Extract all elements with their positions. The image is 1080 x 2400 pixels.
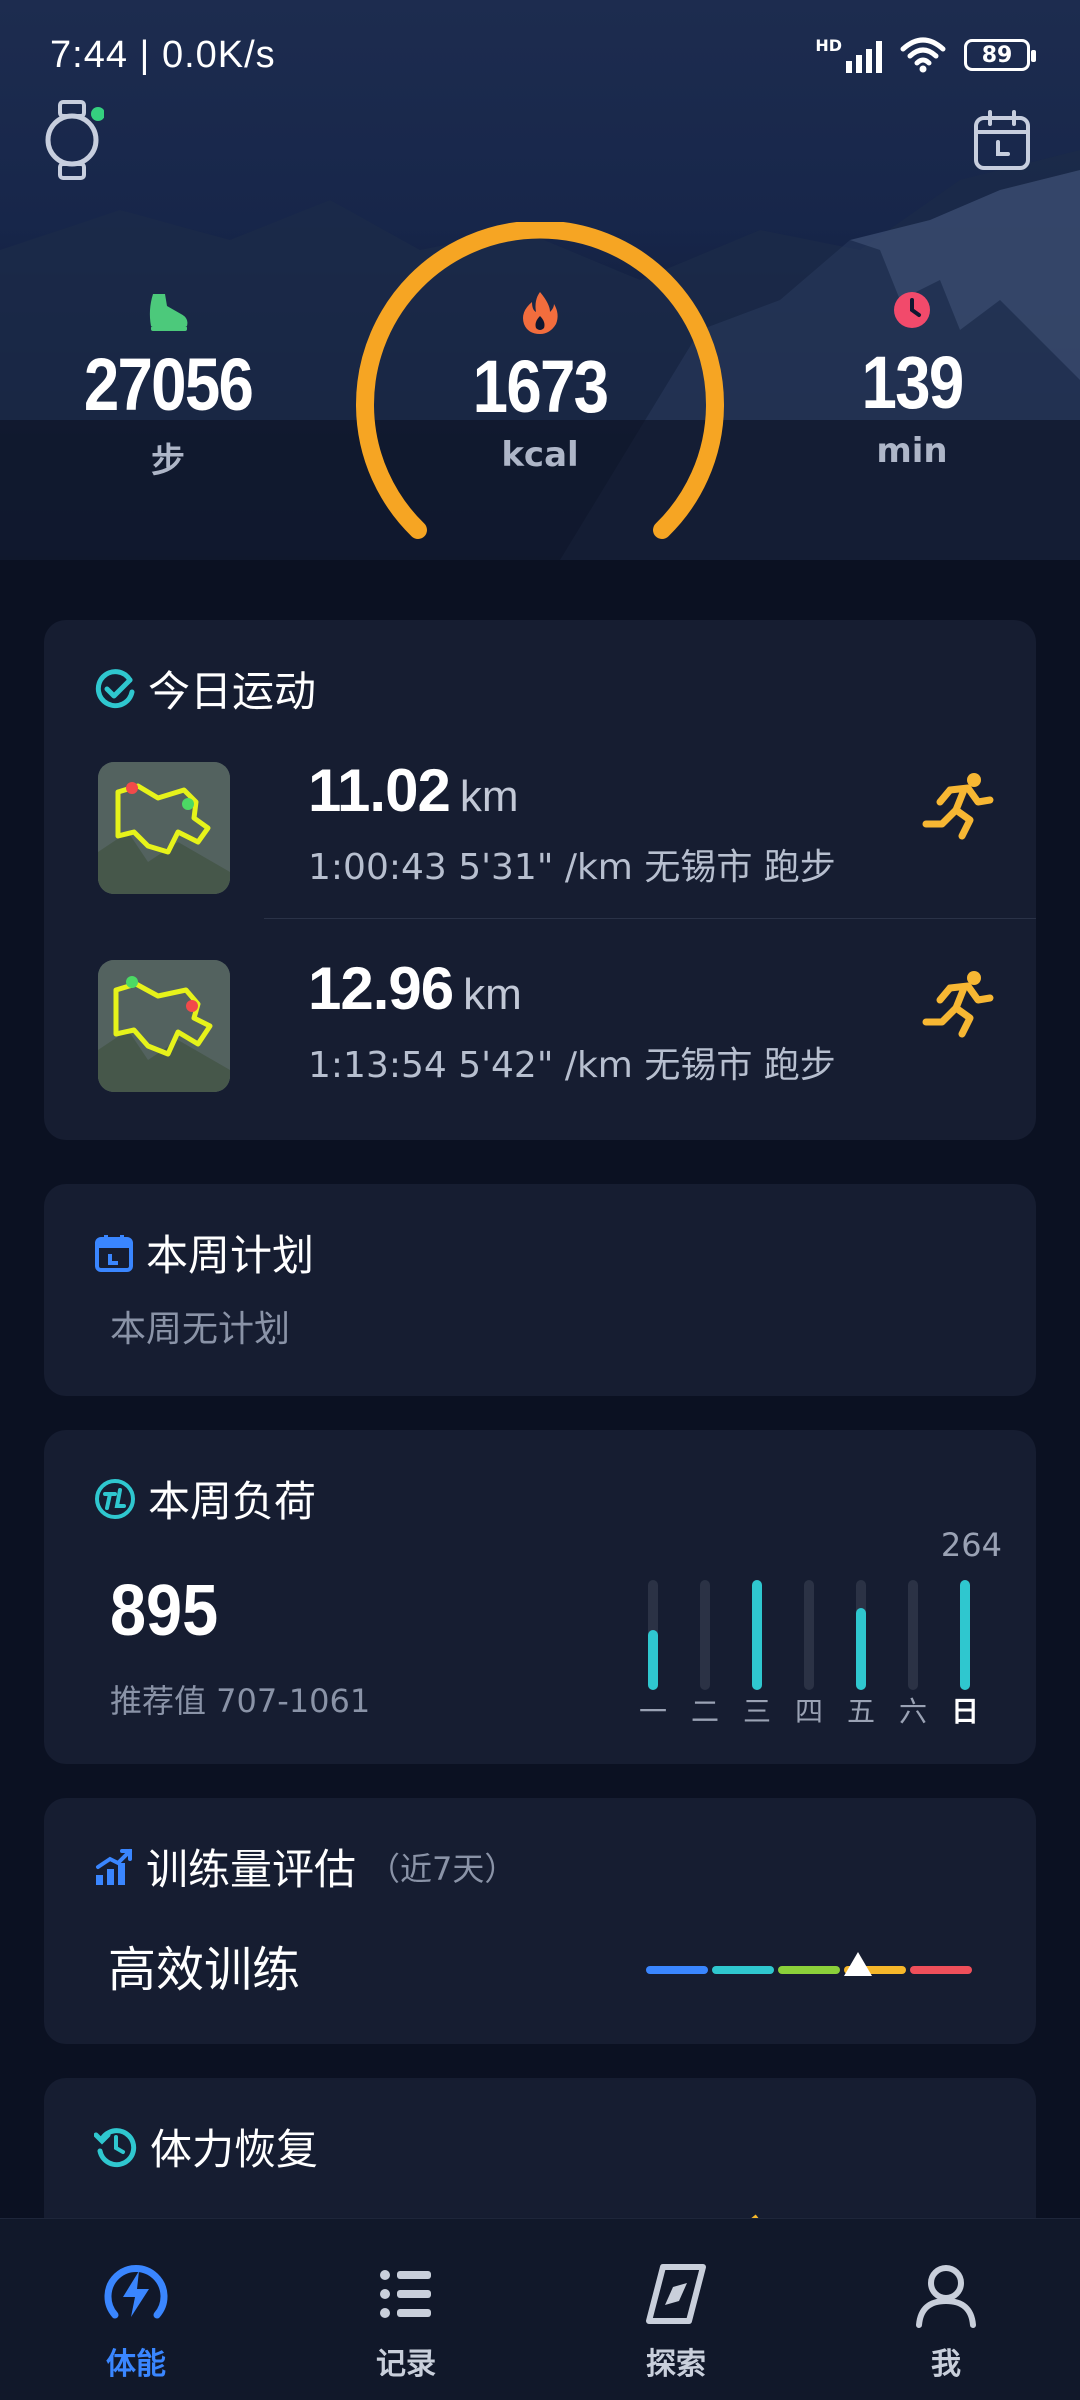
fire-icon: [523, 292, 558, 334]
steps-value: 27056: [83, 343, 254, 426]
training-status: 高效训练: [108, 1942, 301, 1998]
user-icon: [916, 2265, 976, 2328]
training-assessment-title: 训练量评估: [146, 1845, 357, 1894]
list-icon: [380, 2270, 431, 2318]
clock-icon: [894, 292, 930, 328]
load-day-label: 六: [898, 1695, 927, 1728]
weekly-load-header: 本周负荷: [94, 1468, 316, 1529]
recovery-icon: [94, 2127, 137, 2167]
weekly-plan-title: 本周计划: [146, 1231, 315, 1280]
load-bar-fill: [960, 1580, 970, 1690]
running-icon: [922, 773, 994, 840]
minutes-value: 139: [861, 341, 964, 424]
load-gauge-icon: [95, 1478, 135, 1519]
minutes-unit: min: [876, 431, 948, 471]
tab-fitness[interactable]: 体能: [66, 2259, 206, 2383]
calories-unit: kcal: [501, 435, 579, 475]
activity-distance: 11.02 km: [308, 756, 519, 825]
weekly-load-value: 895: [110, 1571, 219, 1651]
tab-me-label: 我: [931, 2347, 961, 2382]
distance-unit: km: [463, 970, 522, 1019]
shoe-icon: [149, 294, 188, 331]
tab-records[interactable]: 记录: [336, 2259, 476, 2383]
load-day-label: 日: [950, 1695, 979, 1728]
distance-value: 12.96: [308, 955, 454, 1022]
tab-fitness-label: 体能: [106, 2347, 166, 2382]
load-bar: [752, 1580, 762, 1690]
load-day-label: 五: [846, 1695, 875, 1728]
load-bar-fill: [856, 1607, 866, 1690]
today-exercise-card: 今日运动 11.02 km 1:00:43 5'31" /km 无锡市 跑步 1…: [44, 620, 1036, 1140]
calories-value: 1673: [472, 345, 609, 428]
load-bar-fill: [648, 1629, 658, 1690]
weekly-load-max: 264: [940, 1526, 1002, 1564]
minutes-metric[interactable]: 139 min: [782, 290, 1042, 471]
weekly-plan-card[interactable]: 本周计划 本周无计划: [44, 1184, 1036, 1396]
route-map-thumbnail: [98, 960, 230, 1092]
load-day-label: 二: [690, 1695, 719, 1728]
check-circle-icon: [95, 668, 135, 708]
calendar-icon[interactable]: [972, 110, 1032, 172]
training-scale: [646, 1966, 972, 1974]
tab-explore-label: 探索: [646, 2347, 706, 2382]
load-day-label: 一: [638, 1695, 667, 1728]
network-type: HD: [815, 36, 842, 55]
weekly-load-card[interactable]: 本周负荷 895 推荐值 707-1061 264 一二三四五六日: [44, 1430, 1036, 1764]
activity-distance: 12.96 km: [308, 954, 522, 1023]
trend-icon: [96, 1848, 132, 1885]
today-exercise-header: 今日运动: [94, 658, 316, 719]
activity-details: 1:00:43 5'31" /km 无锡市 跑步: [308, 847, 836, 888]
load-day-label: 三: [742, 1695, 771, 1728]
training-assessment-card[interactable]: 训练量评估 （近7天） 高效训练: [44, 1798, 1036, 2044]
load-bar: [804, 1580, 814, 1690]
activity-divider: [264, 918, 1036, 919]
recovery-header: 体力恢复: [94, 2116, 318, 2177]
tab-records-label: 记录: [376, 2347, 436, 2382]
steps-metric[interactable]: 27056 步: [38, 290, 298, 482]
load-bar: [856, 1580, 866, 1690]
tab-me[interactable]: 我: [876, 2259, 1016, 2383]
recovery-title: 体力恢复: [150, 2125, 319, 2174]
weekly-load-recommend: 推荐值 707-1061: [110, 1682, 371, 1720]
signal-icon: HD: [815, 36, 882, 73]
activity-row[interactable]: 11.02 km 1:00:43 5'31" /km 无锡市 跑步: [44, 748, 1036, 946]
bolt-icon: [104, 2264, 168, 2319]
scale-marker-icon: [843, 1952, 872, 1976]
training-assessment-header: 训练量评估 （近7天）: [94, 1836, 516, 1897]
distance-unit: km: [459, 772, 519, 821]
load-bar-fill: [752, 1580, 762, 1690]
watch-icon[interactable]: [40, 100, 104, 180]
running-icon: [922, 971, 994, 1038]
load-bar: [648, 1580, 658, 1690]
distance-value: 11.02: [308, 757, 451, 824]
weekly-load-title: 本周负荷: [148, 1477, 317, 1526]
calories-metric[interactable]: 1673 kcal: [410, 290, 670, 475]
tab-explore[interactable]: 探索: [606, 2259, 746, 2383]
training-assessment-subtitle: （近7天）: [368, 1849, 517, 1888]
load-bar: [908, 1580, 918, 1690]
weekly-load-chart: 一二三四五六日: [634, 1570, 979, 1730]
steps-unit: 步: [151, 441, 185, 481]
weekly-plan-empty: 本周无计划: [110, 1309, 291, 1350]
load-day-label: 四: [794, 1695, 823, 1728]
status-bar: 7:44 | 0.0K/s HD 89: [0, 0, 1080, 110]
activity-row[interactable]: 12.96 km 1:13:54 5'42" /km 无锡市 跑步: [44, 946, 1036, 1144]
status-time: 7:44 | 0.0K/s: [50, 33, 276, 76]
load-bar: [700, 1580, 710, 1690]
battery-indicator: 89: [964, 39, 1036, 71]
wifi-icon: [900, 37, 946, 73]
weekly-plan-header: 本周计划: [94, 1222, 314, 1283]
route-map-thumbnail: [98, 762, 230, 894]
plan-calendar-icon: [95, 1234, 133, 1272]
activity-details: 1:13:54 5'42" /km 无锡市 跑步: [308, 1045, 836, 1086]
compass-icon: [646, 2264, 706, 2324]
load-bar: [960, 1580, 970, 1690]
bottom-tab-bar: 体能 记录 探索 我: [0, 2218, 1080, 2400]
today-exercise-title: 今日运动: [148, 667, 317, 716]
